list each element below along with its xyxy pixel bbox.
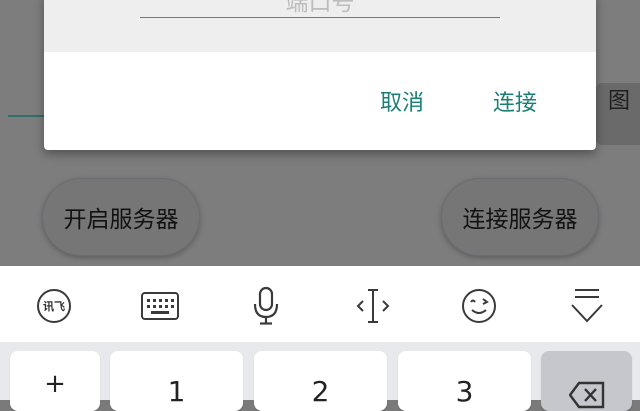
- cursor-move-icon[interactable]: [353, 286, 393, 326]
- key-2-label: 2: [311, 375, 330, 408]
- symbol-key[interactable]: +: [10, 351, 100, 411]
- ifly-logo-text: 讯飞: [43, 300, 65, 313]
- keyboard-icon[interactable]: [140, 286, 180, 326]
- start-server-button[interactable]: 开启服务器: [42, 178, 200, 256]
- connect-server-button[interactable]: 连接服务器: [441, 178, 599, 256]
- key-1[interactable]: 1: [110, 351, 243, 411]
- port-input[interactable]: [140, 0, 500, 17]
- connect-dialog: 取消 连接: [44, 0, 596, 150]
- key-3-label: 3: [455, 375, 474, 408]
- cancel-button[interactable]: 取消: [380, 85, 424, 117]
- connect-server-label: 连接服务器: [462, 207, 578, 233]
- keyboard-keys: + 1 2 3: [0, 342, 640, 411]
- dialog-input-area: [44, 0, 596, 52]
- collapse-keyboard-icon[interactable]: [567, 286, 607, 326]
- backspace-icon: [568, 381, 604, 409]
- symbol-key-label: +: [44, 369, 66, 399]
- key-1-label: 1: [167, 375, 186, 408]
- backspace-key[interactable]: [541, 351, 632, 411]
- key-3[interactable]: 3: [398, 351, 531, 411]
- keyboard-toolbar: 讯飞: [0, 266, 640, 342]
- ifly-logo-icon[interactable]: 讯飞: [34, 286, 74, 326]
- image-button[interactable]: 图: [596, 83, 640, 145]
- connect-button[interactable]: 连接: [493, 85, 537, 117]
- key-2[interactable]: 2: [254, 351, 387, 411]
- port-field: [140, 0, 500, 18]
- start-server-label: 开启服务器: [63, 207, 179, 233]
- emoji-icon[interactable]: [459, 286, 499, 326]
- image-button-label: 图: [607, 89, 630, 114]
- microphone-icon[interactable]: [246, 286, 286, 326]
- input-underline: [8, 115, 48, 117]
